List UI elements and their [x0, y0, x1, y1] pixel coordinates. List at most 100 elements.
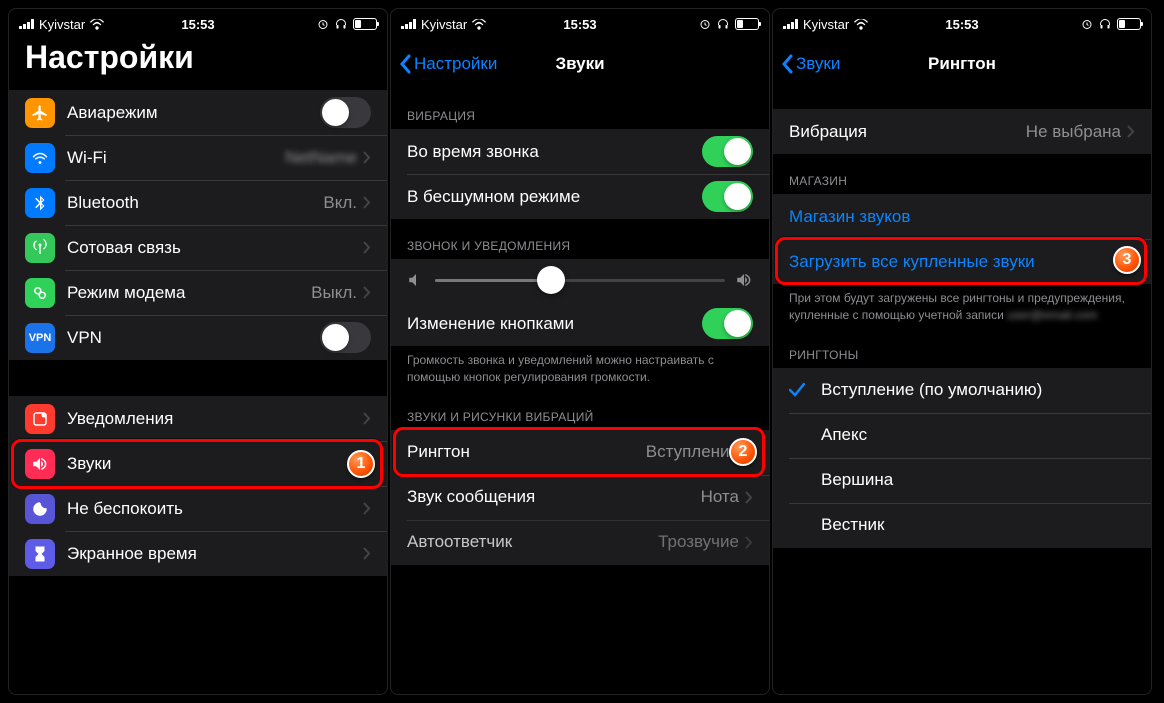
wifi-icon	[472, 19, 486, 30]
ringtone-option[interactable]: Вершина	[773, 458, 1151, 503]
nav-bar: Настройки Звуки	[391, 39, 769, 89]
status-bar: Kyivstar 15:53	[391, 9, 769, 39]
vpn-toggle[interactable]	[320, 322, 371, 353]
status-bar: Kyivstar 15:53	[773, 9, 1151, 39]
row-notifications[interactable]: Уведомления	[9, 396, 387, 441]
voicemail-value: Трозвучие	[658, 532, 739, 552]
back-label: Настройки	[414, 54, 497, 74]
change-buttons-label: Изменение кнопками	[407, 314, 702, 334]
battery-icon	[1117, 18, 1141, 30]
row-screentime[interactable]: Экранное время	[9, 531, 387, 576]
carrier-label: Kyivstar	[803, 17, 849, 32]
hotspot-icon	[25, 278, 55, 308]
row-airplane[interactable]: Авиарежим	[9, 90, 387, 135]
airplane-label: Авиарежим	[67, 103, 320, 123]
footer-buttons: Громкость звонка и уведомлений можно нас…	[391, 346, 769, 390]
alarm-icon	[1081, 18, 1093, 30]
vpn-icon: VPN	[25, 323, 55, 353]
bluetooth-label: Bluetooth	[67, 193, 323, 213]
ringtone-option-label: Вершина	[821, 470, 1135, 490]
vibration-label: Вибрация	[789, 122, 1026, 142]
ringtone-option[interactable]: Вступление (по умолчанию)	[773, 368, 1151, 413]
section-patterns: ЗВУКИ И РИСУНКИ ВИБРАЦИЙ	[391, 390, 769, 430]
page-title: Настройки	[9, 39, 387, 84]
voicemail-label: Автоответчик	[407, 532, 658, 552]
cellular-label: Сотовая связь	[67, 238, 363, 258]
screen-ringtone: Kyivstar 15:53 Звуки Рингтон Вибрация Не…	[772, 8, 1152, 695]
sounds-icon	[25, 449, 55, 479]
screentime-icon	[25, 539, 55, 569]
bluetooth-value: Вкл.	[323, 193, 357, 213]
chevron-icon	[363, 286, 371, 299]
wifi-label: Wi-Fi	[67, 148, 285, 168]
row-vibration[interactable]: Вибрация Не выбрана	[773, 109, 1151, 154]
volume-slider[interactable]	[435, 279, 725, 282]
row-hotspot[interactable]: Режим модема Выкл.	[9, 270, 387, 315]
speaker-low-icon	[407, 271, 425, 289]
row-cellular[interactable]: Сотовая связь	[9, 225, 387, 270]
vibrate-silent-toggle[interactable]	[702, 181, 753, 212]
sounds-label: Звуки	[67, 454, 363, 474]
vibration-value: Не выбрана	[1026, 122, 1121, 142]
download-all-label: Загрузить все купленные звуки	[789, 252, 1135, 272]
ringtone-option-label: Апекс	[821, 425, 1135, 445]
vibrate-ring-toggle[interactable]	[702, 136, 753, 167]
row-download-all[interactable]: Загрузить все купленные звуки	[773, 239, 1151, 284]
row-vibrate-silent[interactable]: В бесшумном режиме	[391, 174, 769, 219]
row-vpn[interactable]: VPN VPN	[9, 315, 387, 360]
row-sounds[interactable]: Звуки	[9, 441, 387, 486]
badge-3: 3	[1113, 246, 1141, 274]
section-vibration: ВИБРАЦИЯ	[391, 89, 769, 129]
alarm-icon	[317, 18, 329, 30]
back-label: Звуки	[796, 54, 840, 74]
ringtone-option-label: Вестник	[821, 515, 1135, 535]
headphones-icon	[334, 18, 348, 30]
row-change-with-buttons[interactable]: Изменение кнопками	[391, 301, 769, 346]
row-dnd[interactable]: Не беспокоить	[9, 486, 387, 531]
chevron-icon	[363, 241, 371, 254]
clock: 15:53	[945, 17, 978, 32]
section-store: МАГАЗИН	[773, 154, 1151, 194]
change-buttons-toggle[interactable]	[702, 308, 753, 339]
badge-1: 1	[347, 450, 375, 478]
status-bar: Kyivstar 15:53	[9, 9, 387, 39]
battery-icon	[735, 18, 759, 30]
row-tone-store[interactable]: Магазин звуков	[773, 194, 1151, 239]
page-title: Рингтон	[928, 54, 996, 74]
row-voicemail[interactable]: Автоответчик Трозвучие	[391, 520, 769, 565]
vibrate-ring-label: Во время звонка	[407, 142, 702, 162]
battery-icon	[353, 18, 377, 30]
alarm-icon	[699, 18, 711, 30]
ringtone-label: Рингтон	[407, 442, 646, 462]
row-texttone[interactable]: Звук сообщения Нота	[391, 475, 769, 520]
row-ringtone[interactable]: Рингтон Вступление	[391, 430, 769, 475]
dnd-label: Не беспокоить	[67, 499, 363, 519]
footer-download: При этом будут загружены все рингтоны и …	[773, 284, 1151, 328]
wifi-icon	[854, 19, 868, 30]
ringtone-option[interactable]: Вестник	[773, 503, 1151, 548]
hotspot-value: Выкл.	[311, 283, 357, 303]
airplane-icon	[25, 98, 55, 128]
headphones-icon	[1098, 18, 1112, 30]
row-bluetooth[interactable]: Bluetooth Вкл.	[9, 180, 387, 225]
section-ringtones: РИНГТОНЫ	[773, 328, 1151, 368]
cellular-icon	[25, 233, 55, 263]
chevron-icon	[745, 491, 753, 504]
signal-icon	[401, 19, 416, 29]
carrier-label: Kyivstar	[39, 17, 85, 32]
chevron-icon	[363, 151, 371, 164]
ringtone-option-label: Вступление (по умолчанию)	[821, 380, 1135, 400]
tone-store-label: Магазин звуков	[789, 207, 1135, 227]
section-ringer: ЗВОНОК И УВЕДОМЛЕНИЯ	[391, 219, 769, 259]
notifications-label: Уведомления	[67, 409, 363, 429]
back-button[interactable]: Настройки	[399, 54, 497, 74]
row-vibrate-ring[interactable]: Во время звонка	[391, 129, 769, 174]
nav-bar: Звуки Рингтон	[773, 39, 1151, 89]
airplane-toggle[interactable]	[320, 97, 371, 128]
chevron-icon	[363, 196, 371, 209]
ringtone-option[interactable]: Апекс	[773, 413, 1151, 458]
chevron-icon	[1127, 125, 1135, 138]
back-button[interactable]: Звуки	[781, 54, 840, 74]
clock: 15:53	[181, 17, 214, 32]
row-wifi[interactable]: Wi-Fi NetName	[9, 135, 387, 180]
